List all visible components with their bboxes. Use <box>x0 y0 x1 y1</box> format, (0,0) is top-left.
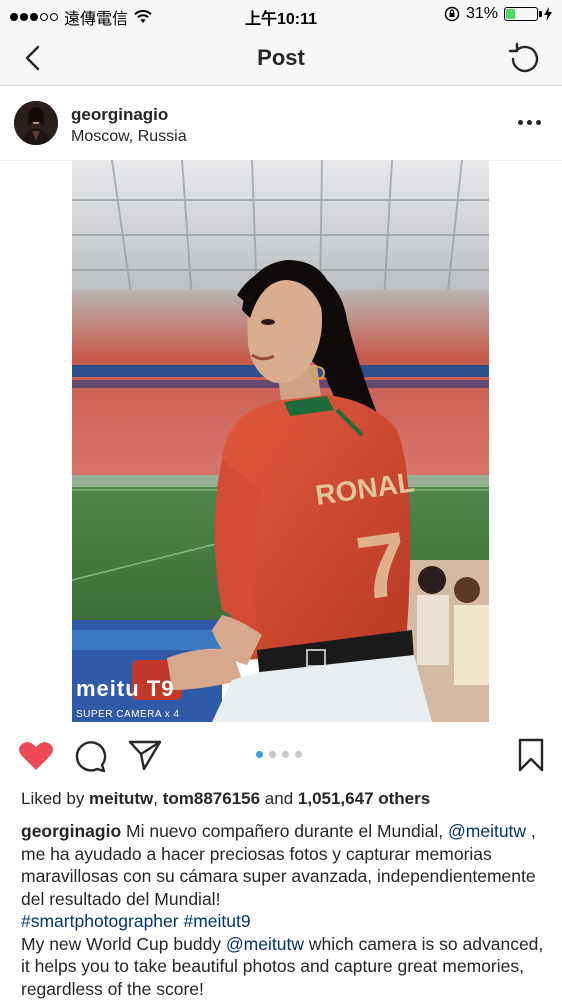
heart-icon[interactable] <box>18 740 54 772</box>
post-username[interactable]: georginagio <box>71 105 168 125</box>
battery-fill <box>506 9 516 19</box>
status-bar: 遠傳電信 上午10:11 31% <box>0 0 562 30</box>
charging-bolt-icon <box>544 7 552 21</box>
carousel-dot <box>295 751 302 758</box>
post-location[interactable]: Moscow, Russia <box>71 128 187 146</box>
post-caption: georginagio Mi nuevo compañero durante e… <box>21 820 546 1000</box>
caption-hashtag-1[interactable]: #smartphotographer <box>21 911 179 931</box>
caption-hashtag-2[interactable]: #meitut9 <box>183 911 250 931</box>
post-header: georginagio Moscow, Russia <box>0 86 562 161</box>
caption-mention-1[interactable]: @meitutw <box>448 821 526 841</box>
likes-prefix: Liked by <box>21 789 90 808</box>
post-photo: RONAL 7 <box>72 160 489 722</box>
orientation-lock-icon <box>444 6 460 22</box>
image-brand-subtitle: SUPER CAMERA x 4 <box>76 709 180 720</box>
post-image[interactable]: RONAL 7 meitu T9 SUPER CAMERA x 4 <box>72 160 489 722</box>
status-right: 31% <box>444 5 552 23</box>
carousel-dot <box>282 751 289 758</box>
image-brand-watermark: meitu T9 <box>76 676 175 701</box>
caption-mention-2[interactable]: @meitutw <box>226 934 304 954</box>
share-icon[interactable] <box>128 739 162 771</box>
likes-sep-2: and <box>260 789 298 808</box>
post-actions <box>0 730 562 780</box>
refresh-icon[interactable] <box>508 42 542 76</box>
likes-summary: Liked by meitutw, tom8876156 and 1,051,6… <box>21 789 430 809</box>
carousel-dot <box>256 751 263 758</box>
more-horizontal-icon[interactable] <box>518 114 542 130</box>
page-title: Post <box>257 45 305 70</box>
bookmark-icon[interactable] <box>518 738 544 772</box>
carousel-indicator <box>256 751 302 758</box>
battery-percent: 31% <box>465 5 498 22</box>
nav-bar: Post <box>0 30 562 86</box>
carousel-dot <box>269 751 276 758</box>
liker-2[interactable]: tom8876156 <box>163 789 260 808</box>
liker-1[interactable]: meitutw <box>89 789 153 808</box>
comment-icon[interactable] <box>73 739 107 773</box>
caption-text-1: Mi nuevo compañero durante el Mundial, <box>121 821 448 841</box>
caption-text-3: My new World Cup buddy <box>21 933 226 954</box>
likes-sep-1: , <box>153 789 163 808</box>
avatar[interactable] <box>14 101 58 145</box>
likes-count[interactable]: 1,051,647 others <box>298 789 430 808</box>
battery-icon <box>504 7 542 21</box>
caption-username[interactable]: georginagio <box>21 821 121 841</box>
